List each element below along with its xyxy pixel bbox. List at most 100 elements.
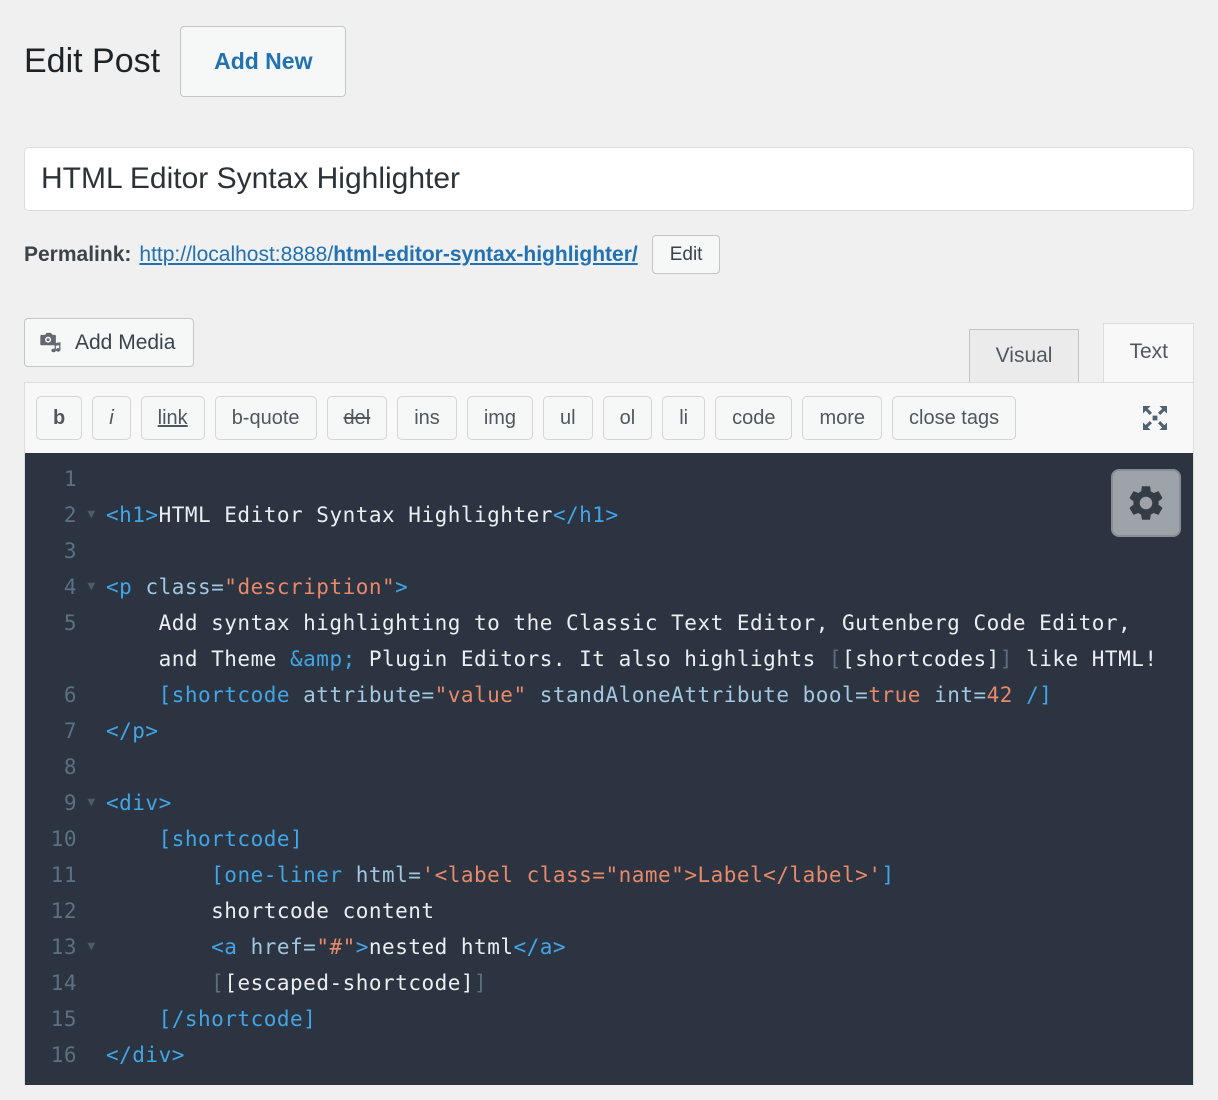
page-title: Edit Post	[24, 43, 160, 80]
code-text	[106, 749, 1193, 785]
qt-li-button[interactable]: li	[662, 396, 705, 440]
code-text: [one-liner html='<label class="name">Lab…	[106, 857, 1193, 893]
fold-gutter	[77, 749, 106, 785]
permalink-url-slug: html-editor-syntax-highlighter/	[333, 243, 638, 266]
qt-del-button[interactable]: del	[327, 396, 388, 440]
qt-i-button[interactable]: i	[92, 396, 130, 440]
line-number: 7	[25, 713, 77, 749]
code-text: [shortcode]	[106, 821, 1193, 857]
qt-b-quote-button[interactable]: b-quote	[215, 396, 317, 440]
fold-gutter	[77, 821, 106, 857]
code-text: <div>	[106, 785, 1193, 821]
line-number	[25, 641, 77, 677]
qt-more-button[interactable]: more	[802, 396, 882, 440]
code-text: </p>	[106, 713, 1193, 749]
line-number: 1	[25, 461, 77, 497]
code-text: <p class="description">	[106, 569, 1193, 605]
editor-section: Add Media Visual Text bilinkb-quotedelin…	[24, 318, 1194, 1085]
add-new-button[interactable]: Add New	[180, 26, 346, 97]
fold-arrow-icon[interactable]: ▼	[77, 497, 106, 533]
qt-ins-button[interactable]: ins	[397, 396, 457, 440]
fold-gutter	[77, 605, 106, 641]
qt-code-button[interactable]: code	[715, 396, 792, 440]
permalink-row: Permalink: http://localhost:8888/html-ed…	[24, 235, 1194, 274]
fullscreen-expand-button[interactable]	[1136, 399, 1174, 437]
fold-arrow-icon[interactable]: ▼	[77, 569, 106, 605]
code-editor[interactable]: 12▼<h1>HTML Editor Syntax Highlighter</h…	[25, 453, 1193, 1085]
fold-gutter	[77, 1037, 106, 1073]
fold-arrow-icon[interactable]: ▼	[77, 785, 106, 821]
add-media-label: Add Media	[75, 332, 175, 353]
code-text: shortcode content	[106, 893, 1193, 929]
permalink-link[interactable]: http://localhost:8888/html-editor-syntax…	[139, 243, 637, 267]
add-media-button[interactable]: Add Media	[24, 318, 194, 367]
fold-gutter	[77, 713, 106, 749]
code-text: <h1>HTML Editor Syntax Highlighter</h1>	[106, 497, 1193, 533]
permalink-url-base: http://localhost:8888/	[139, 243, 333, 266]
tab-visual[interactable]: Visual	[969, 329, 1080, 382]
code-line: 2▼<h1>HTML Editor Syntax Highlighter</h1…	[25, 497, 1193, 533]
code-line: 6 [shortcode attribute="value" standAlon…	[25, 677, 1193, 713]
qt-close-tags-button[interactable]: close tags	[892, 396, 1016, 440]
fold-gutter	[77, 677, 106, 713]
line-number: 14	[25, 965, 77, 1001]
code-line: 10 [shortcode]	[25, 821, 1193, 857]
code-text: </div>	[106, 1037, 1193, 1073]
code-text: [/shortcode]	[106, 1001, 1193, 1037]
qt-img-button[interactable]: img	[467, 396, 533, 440]
quicktags-toolbar: bilinkb-quotedelinsimgulollicodemoreclos…	[25, 383, 1193, 453]
tab-text[interactable]: Text	[1103, 323, 1194, 382]
line-number: 13	[25, 929, 77, 965]
qt-b-button[interactable]: b	[36, 396, 82, 440]
code-line: 15 [/shortcode]	[25, 1001, 1193, 1037]
code-line: 14 [[escaped-shortcode]]	[25, 965, 1193, 1001]
code-lines: 12▼<h1>HTML Editor Syntax Highlighter</h…	[25, 461, 1193, 1073]
line-number: 8	[25, 749, 77, 785]
line-number: 15	[25, 1001, 77, 1037]
edit-permalink-button[interactable]: Edit	[652, 235, 721, 274]
code-text	[106, 461, 1193, 497]
code-text: and Theme &amp; Plugin Editors. It also …	[106, 641, 1193, 677]
code-line: 5 Add syntax highlighting to the Classic…	[25, 605, 1193, 641]
gear-icon	[1125, 482, 1167, 524]
post-title-input[interactable]	[24, 147, 1194, 211]
permalink-label: Permalink:	[24, 243, 131, 267]
code-text: Add syntax highlighting to the Classic T…	[106, 605, 1193, 641]
qt-link-button[interactable]: link	[141, 396, 205, 440]
code-text: <a href="#">nested html</a>	[106, 929, 1193, 965]
code-line: 3	[25, 533, 1193, 569]
code-text: [[escaped-shortcode]]	[106, 965, 1193, 1001]
qt-ul-button[interactable]: ul	[543, 396, 593, 440]
line-number: 10	[25, 821, 77, 857]
fold-arrow-icon[interactable]: ▼	[77, 929, 106, 965]
fold-gutter	[77, 641, 106, 677]
line-number: 9	[25, 785, 77, 821]
editor-mode-tabs: Visual Text	[969, 323, 1194, 382]
code-line: and Theme &amp; Plugin Editors. It also …	[25, 641, 1193, 677]
add-media-icon	[39, 329, 65, 355]
line-number: 16	[25, 1037, 77, 1073]
fold-gutter	[77, 893, 106, 929]
code-text: [shortcode attribute="value" standAloneA…	[106, 677, 1193, 713]
code-line: 16 </div>	[25, 1037, 1193, 1073]
line-number: 11	[25, 857, 77, 893]
line-number: 6	[25, 677, 77, 713]
code-line: 7 </p>	[25, 713, 1193, 749]
admin-content: Edit Post Add New Permalink: http://loca…	[0, 0, 1218, 1085]
qt-ol-button[interactable]: ol	[603, 396, 653, 440]
syntax-highlighter-settings-button[interactable]	[1111, 469, 1181, 537]
editor-container: bilinkb-quotedelinsimgulollicodemoreclos…	[24, 382, 1194, 1085]
code-line: 13▼ <a href="#">nested html</a>	[25, 929, 1193, 965]
fold-gutter	[77, 461, 106, 497]
code-line: 4▼<p class="description">	[25, 569, 1193, 605]
fold-gutter	[77, 533, 106, 569]
code-line: 12 shortcode content	[25, 893, 1193, 929]
code-line: 1	[25, 461, 1193, 497]
fold-gutter	[77, 1001, 106, 1037]
fold-gutter	[77, 857, 106, 893]
code-line: 11 [one-liner html='<label class="name">…	[25, 857, 1193, 893]
fullscreen-expand-icon	[1140, 403, 1170, 433]
fold-gutter	[77, 965, 106, 1001]
line-number: 5	[25, 605, 77, 641]
code-text	[106, 533, 1193, 569]
